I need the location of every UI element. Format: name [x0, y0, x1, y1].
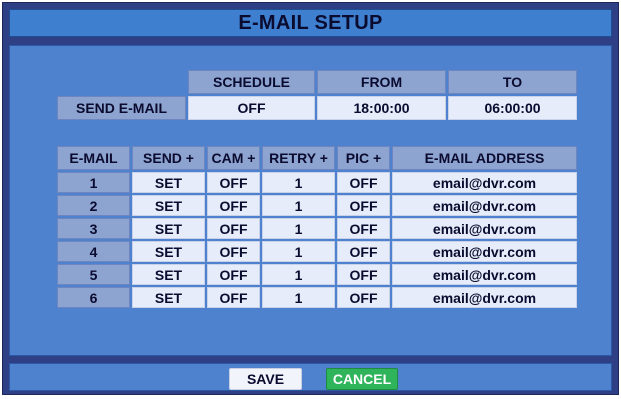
to-header: TO	[448, 70, 577, 94]
cancel-button[interactable]: CANCEL	[326, 368, 398, 390]
email-row-number: 5	[57, 264, 130, 285]
title-bar: E-MAIL SETUP	[9, 9, 612, 37]
email-setup-window: E-MAIL SETUP SCHEDULE FROM TO SEND E-MAI…	[2, 2, 619, 395]
cam-cell[interactable]: OFF	[207, 195, 260, 216]
send-email-label: SEND E-MAIL	[57, 96, 186, 120]
email-address-cell[interactable]: email@dvr.com	[392, 195, 577, 216]
email-address-cell[interactable]: email@dvr.com	[392, 218, 577, 239]
send-cell[interactable]: SET	[132, 218, 205, 239]
retry-cell[interactable]: 1	[262, 241, 335, 262]
send-cell[interactable]: SET	[132, 172, 205, 193]
email-address-header: E-MAIL ADDRESS	[392, 146, 577, 170]
schedule-value[interactable]: OFF	[188, 96, 315, 120]
email-row-number: 1	[57, 172, 130, 193]
send-cell[interactable]: SET	[132, 241, 205, 262]
cam-cell[interactable]: OFF	[207, 218, 260, 239]
email-row-number: 2	[57, 195, 130, 216]
email-row-number: 6	[57, 287, 130, 308]
email-address-cell[interactable]: email@dvr.com	[392, 241, 577, 262]
retry-cell[interactable]: 1	[262, 195, 335, 216]
to-time-value[interactable]: 06:00:00	[448, 96, 577, 120]
schedule-header: SCHEDULE	[188, 70, 315, 94]
send-cell[interactable]: SET	[132, 264, 205, 285]
pic-cell[interactable]: OFF	[337, 195, 390, 216]
pic-cell[interactable]: OFF	[337, 264, 390, 285]
from-header: FROM	[317, 70, 446, 94]
retry-cell[interactable]: 1	[262, 287, 335, 308]
pic-cell[interactable]: OFF	[337, 287, 390, 308]
send-cell[interactable]: SET	[132, 195, 205, 216]
from-time-value[interactable]: 18:00:00	[317, 96, 446, 120]
retry-cell[interactable]: 1	[262, 172, 335, 193]
cam-cell[interactable]: OFF	[207, 172, 260, 193]
pic-header: PIC +	[337, 146, 390, 170]
pic-cell[interactable]: OFF	[337, 241, 390, 262]
email-row-number: 4	[57, 241, 130, 262]
cam-cell[interactable]: OFF	[207, 287, 260, 308]
retry-cell[interactable]: 1	[262, 264, 335, 285]
email-address-cell[interactable]: email@dvr.com	[392, 172, 577, 193]
email-address-cell[interactable]: email@dvr.com	[392, 264, 577, 285]
cam-header: CAM +	[207, 146, 260, 170]
retry-header: RETRY +	[262, 146, 335, 170]
email-row-number: 3	[57, 218, 130, 239]
email-address-cell[interactable]: email@dvr.com	[392, 287, 577, 308]
window-title: E-MAIL SETUP	[238, 11, 383, 34]
pic-cell[interactable]: OFF	[337, 172, 390, 193]
send-header: SEND +	[132, 146, 205, 170]
cam-cell[interactable]: OFF	[207, 264, 260, 285]
email-number-header: E-MAIL	[57, 146, 130, 170]
button-bar: SAVE CANCEL	[9, 363, 612, 391]
save-button[interactable]: SAVE	[229, 368, 302, 390]
settings-panel: SCHEDULE FROM TO SEND E-MAIL OFF 18:00:0…	[9, 45, 612, 356]
retry-cell[interactable]: 1	[262, 218, 335, 239]
pic-cell[interactable]: OFF	[337, 218, 390, 239]
send-cell[interactable]: SET	[132, 287, 205, 308]
cam-cell[interactable]: OFF	[207, 241, 260, 262]
